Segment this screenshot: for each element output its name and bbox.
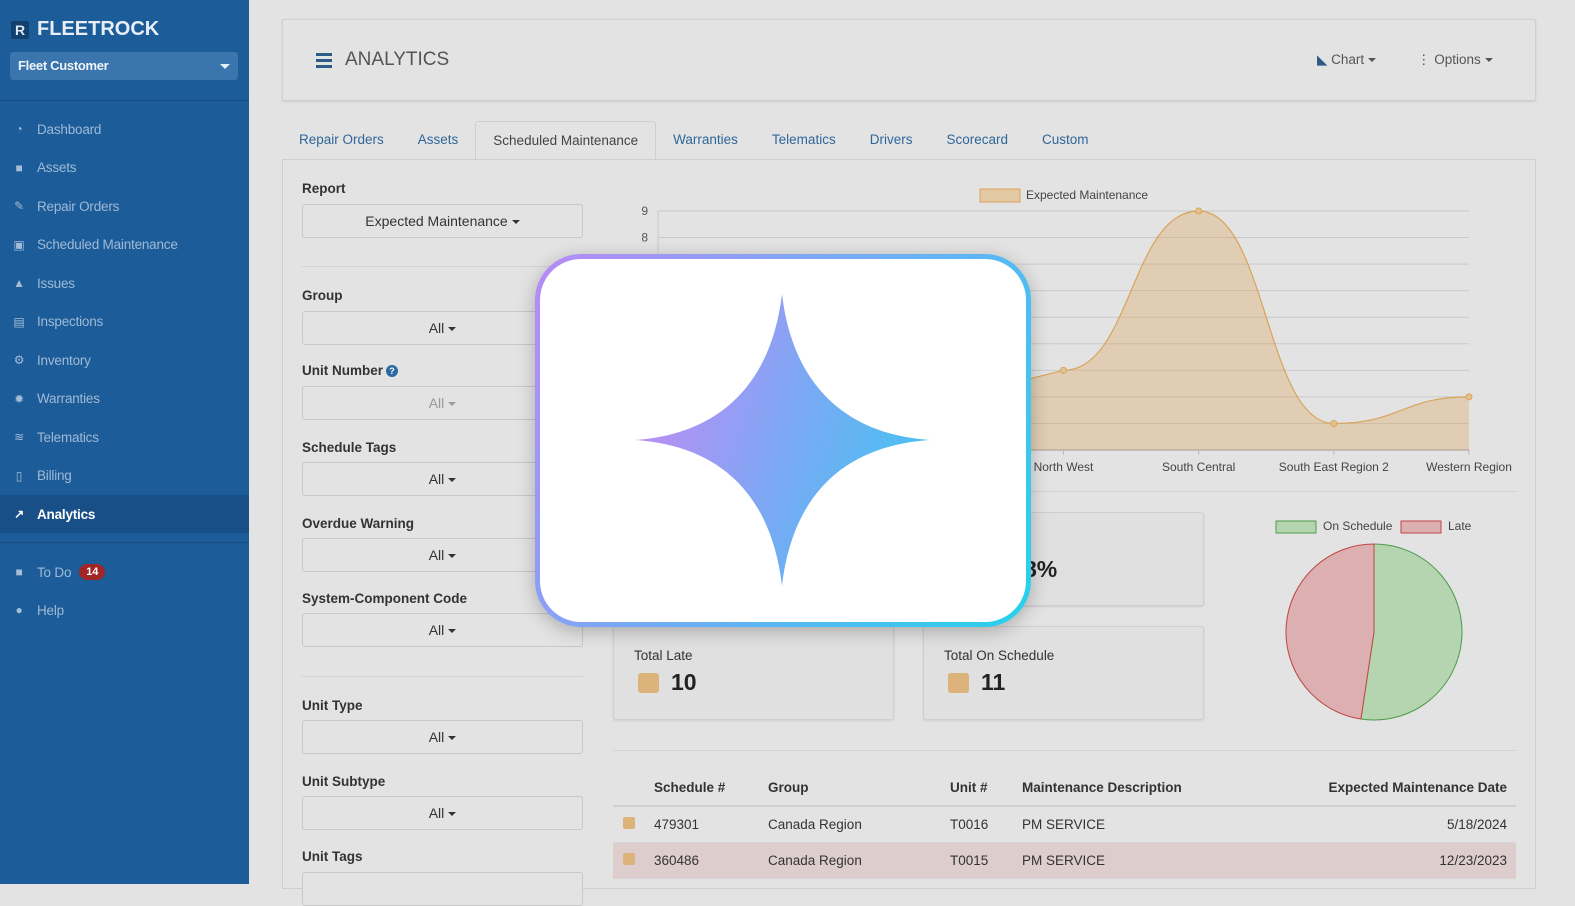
data-point xyxy=(1060,366,1067,374)
sidebar-item-todo[interactable]: ■ To Do 14 xyxy=(0,553,249,591)
line-chart-icon: ↗ xyxy=(14,507,24,521)
total-late-label: Total Late xyxy=(634,648,693,663)
cell-unit: T0015 xyxy=(950,842,1022,879)
unit-subtype-select[interactable]: All xyxy=(302,796,583,830)
x-tick-label: South East Region 2 xyxy=(1279,460,1389,474)
schedule-pie-chart: On Schedule Late xyxy=(1275,519,1472,721)
legend-swatch xyxy=(979,188,1021,203)
cell-date: 12/23/2023 xyxy=(1249,842,1516,879)
divider xyxy=(613,750,1516,751)
caret-down-icon xyxy=(448,736,457,744)
system-component-code-value: All xyxy=(428,622,445,638)
caret-down-icon xyxy=(448,812,457,820)
color-swatch xyxy=(948,673,969,693)
legend-swatch xyxy=(1275,520,1317,534)
data-point xyxy=(1195,207,1203,215)
unit-tags-select[interactable] xyxy=(302,872,583,906)
x-tick-label: South Central xyxy=(1162,460,1235,474)
data-point xyxy=(1465,393,1473,401)
column-header-schedule[interactable]: Schedule # xyxy=(654,770,768,807)
pie-slice-on-schedule xyxy=(1360,543,1463,721)
column-header-date[interactable]: Expected Maintenance Date xyxy=(1249,770,1516,807)
total-on-schedule-card: Total On Schedule 11 xyxy=(923,626,1204,720)
caret-down-icon xyxy=(448,629,457,637)
overdue-warning-value: All xyxy=(428,547,445,563)
cell-schedule: 360486 xyxy=(654,842,768,879)
x-tick-label: Western Region xyxy=(1426,460,1512,474)
status-swatch xyxy=(623,816,635,829)
cell-description: PM SERVICE xyxy=(1022,806,1250,843)
column-header-description[interactable]: Maintenance Description xyxy=(1022,770,1250,807)
cell-unit: T0016 xyxy=(950,806,1022,843)
sticky-note-icon: ■ xyxy=(15,565,23,579)
column-header-group[interactable]: Group xyxy=(768,770,950,807)
caret-down-icon xyxy=(448,554,457,562)
total-late-card: Total Late 10 xyxy=(613,626,894,720)
sidebar-item-label: Help xyxy=(37,602,64,618)
pie-slice-late xyxy=(1285,543,1375,720)
question-circle-icon: ● xyxy=(15,603,23,617)
legend-label: Late xyxy=(1448,519,1472,533)
total-late-value: 10 xyxy=(671,669,697,695)
cell-schedule: 479301 xyxy=(654,806,768,843)
column-header-unit[interactable]: Unit # xyxy=(950,770,1022,807)
table-header-row: Schedule # Group Unit # Maintenance Desc… xyxy=(613,770,1516,807)
table-row[interactable]: 360486 Canada Region T0015 PM SERVICE 12… xyxy=(613,842,1516,879)
legend-label: On Schedule xyxy=(1323,519,1393,533)
data-point xyxy=(1330,419,1338,427)
y-tick-label: 8 xyxy=(641,231,648,245)
divider xyxy=(302,676,583,677)
unit-tags-label: Unit Tags xyxy=(302,849,363,864)
gemini-sparkle-overlay xyxy=(535,254,1031,627)
legend-swatch xyxy=(1400,520,1442,534)
sidebar-item-label: Analytics xyxy=(37,506,96,522)
todo-count-badge: 14 xyxy=(79,564,106,580)
overdue-warning-label: Overdue Warning xyxy=(302,516,415,531)
divider xyxy=(0,542,249,543)
cell-description: PM SERVICE xyxy=(1022,842,1250,879)
total-on-schedule-value: 11 xyxy=(981,669,1006,695)
y-tick-label: 9 xyxy=(641,204,648,218)
unit-subtype-label: Unit Subtype xyxy=(302,774,386,789)
status-swatch xyxy=(623,852,635,865)
legend-label: Expected Maintenance xyxy=(1026,188,1148,202)
sidebar-item-help[interactable]: ● Help xyxy=(0,591,249,629)
unit-subtype-value: All xyxy=(428,805,445,821)
color-swatch xyxy=(638,673,659,693)
sidebar-item-label: To Do xyxy=(37,564,72,580)
cell-date: 5/18/2024 xyxy=(1249,806,1516,843)
cell-group: Canada Region xyxy=(768,806,950,843)
maintenance-table: Schedule # Group Unit # Maintenance Desc… xyxy=(613,770,1516,879)
unit-type-select[interactable]: All xyxy=(302,720,583,754)
total-on-schedule-label: Total On Schedule xyxy=(944,648,1055,663)
sparkle-star-icon xyxy=(635,294,930,586)
sidebar-item-analytics[interactable]: ↗ Analytics xyxy=(0,495,249,533)
unit-type-value: All xyxy=(428,729,445,745)
x-tick-label: North West xyxy=(1034,460,1094,474)
cell-group: Canada Region xyxy=(768,842,950,879)
unit-type-label: Unit Type xyxy=(302,698,363,713)
area-fill xyxy=(1023,211,1469,450)
system-component-code-label: System-Component Code xyxy=(302,591,468,606)
table-row[interactable]: 479301 Canada Region T0016 PM SERVICE 5/… xyxy=(613,806,1516,843)
